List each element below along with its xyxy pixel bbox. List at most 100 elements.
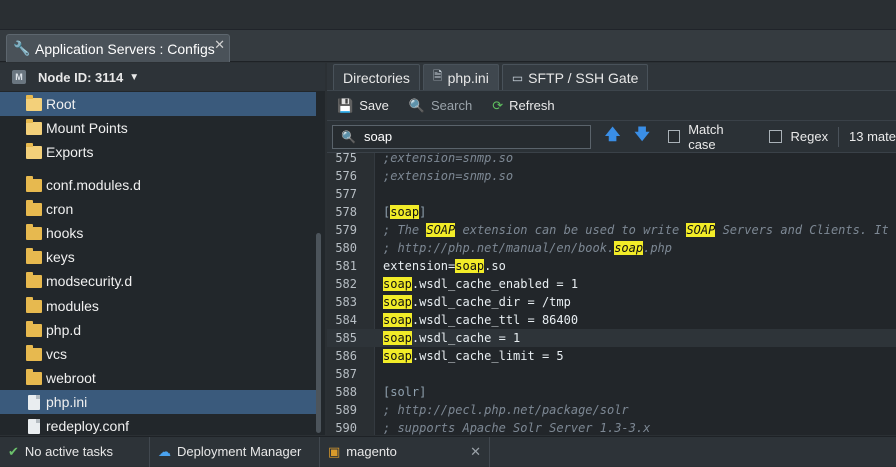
code-text: soap.wsdl_cache_ttl = 86400 xyxy=(383,313,579,327)
line-number: 588 xyxy=(335,385,357,399)
code-text: soap.wsdl_cache_enabled = 1 xyxy=(383,277,579,291)
search-icon: 🔍 xyxy=(408,97,426,113)
code-line: 585 soap.wsdl_cache = 1 xyxy=(327,329,896,347)
tree-item[interactable]: vcs xyxy=(0,342,316,366)
save-button[interactable]: 💾 Save xyxy=(337,98,389,114)
code-text: extension=soap.so xyxy=(383,259,506,273)
search-button[interactable]: 🔍 Search xyxy=(409,98,472,114)
tree-item[interactable]: php.d xyxy=(0,318,316,342)
close-icon[interactable]: ✕ xyxy=(470,444,481,460)
tree-item[interactable]: redeploy.conf xyxy=(0,414,316,435)
window-tab-row: 🔧 Application Servers : Configs ✕ xyxy=(0,30,896,62)
save-label: Save xyxy=(359,98,389,113)
tree-item[interactable]: cron xyxy=(0,197,316,221)
line-number: 586 xyxy=(335,349,357,363)
wrench-icon: 🔧 xyxy=(13,40,31,56)
tree-item[interactable]: Exports xyxy=(0,140,316,164)
tree-item[interactable]: hooks xyxy=(0,221,316,245)
line-number: 582 xyxy=(335,277,357,291)
code-line: 590 ; supports Apache Solr Server 1.3-3.x xyxy=(327,419,896,435)
tab-php-ini[interactable]: 🗎 php.ini xyxy=(422,64,499,90)
tree-item-label: modsecurity.d xyxy=(46,273,133,289)
code-text: ; supports Apache Solr Server 1.3-3.x xyxy=(383,421,651,435)
code-editor[interactable]: 575 ;extension=snmp.so 576 ;extension=snmp.… xyxy=(327,153,896,435)
checkbox-box xyxy=(667,130,681,143)
code-line: 588 [solr] xyxy=(327,383,896,401)
code-line: 576 ;extension=snmp.so xyxy=(327,167,896,185)
search-value: soap xyxy=(363,129,393,144)
refresh-icon: ⟳ xyxy=(492,97,504,113)
tab-label: SFTP / SSH Gate xyxy=(528,69,639,86)
code-text: ; http://pecl.php.net/package/solr xyxy=(383,403,629,417)
cloud-upload-icon: ☁ xyxy=(158,443,171,459)
tree-item[interactable]: keys xyxy=(0,245,316,269)
line-number: 583 xyxy=(335,295,357,309)
checkbox-box xyxy=(769,130,783,143)
tree-item-label: vcs xyxy=(46,346,67,362)
line-number: 585 xyxy=(335,331,357,345)
window-tab-title: Application Servers : Configs xyxy=(35,40,215,57)
folder-open-icon xyxy=(26,142,42,159)
folder-icon xyxy=(26,368,42,385)
close-icon[interactable]: ✕ xyxy=(214,37,225,53)
line-number: 575 xyxy=(335,153,357,165)
deployment-manager-tab[interactable]: ☁ Deployment Manager xyxy=(150,436,320,467)
tree-item[interactable]: php.ini xyxy=(0,390,316,414)
tab-sftp-ssh[interactable]: ▭ SFTP / SSH Gate xyxy=(501,64,649,90)
code-line: 579 ; The SOAP extension can be used to w… xyxy=(327,221,896,239)
regex-label: Regex xyxy=(790,129,829,144)
match-case-checkbox[interactable]: Match case xyxy=(667,122,752,152)
tree-item[interactable]: modsecurity.d xyxy=(0,269,316,293)
file-tree-panel: M Node ID: 3114 ▼ Root Mount Points Export… xyxy=(0,63,325,435)
node-selector[interactable]: M Node ID: 3114 ▼ xyxy=(0,63,325,91)
code-line: 589 ; http://pecl.php.net/package/solr xyxy=(327,401,896,419)
code-text: ; The SOAP extension can be used to writ… xyxy=(383,223,896,237)
tab-label: php.ini xyxy=(447,69,489,86)
tasks-label: No active tasks xyxy=(24,444,114,459)
line-number: 589 xyxy=(335,403,357,417)
find-next-button[interactable]: 🡇 xyxy=(634,124,649,149)
tasks-status[interactable]: ✔ No active tasks xyxy=(0,436,150,467)
line-number: 579 xyxy=(335,223,357,237)
search-input[interactable]: 🔍 soap xyxy=(332,124,591,149)
folder-icon xyxy=(26,223,42,240)
refresh-button[interactable]: ⟳ Refresh xyxy=(492,98,554,114)
code-line: 582 soap.wsdl_cache_enabled = 1 xyxy=(327,275,896,293)
file-icon xyxy=(28,394,40,410)
regex-checkbox[interactable]: Regex xyxy=(769,129,828,144)
code-line: 583 soap.wsdl_cache_dir = /tmp xyxy=(327,293,896,311)
find-previous-button[interactable]: 🡅 xyxy=(605,124,620,149)
tree-item[interactable]: Mount Points xyxy=(0,116,316,140)
environment-icon: ▣ xyxy=(328,443,341,459)
line-number: 587 xyxy=(335,367,357,381)
environment-tab[interactable]: ▣ magento ✕ xyxy=(320,436,490,467)
tree-item[interactable]: webroot xyxy=(0,366,316,390)
tree-item[interactable]: modules xyxy=(0,294,316,318)
tree-item-label: conf.modules.d xyxy=(46,177,141,193)
env-label: magento xyxy=(346,444,397,459)
code-line: 578 [soap] xyxy=(327,203,896,221)
file-icon xyxy=(28,418,40,434)
tree-item[interactable]: Root xyxy=(0,92,316,116)
code-text: [solr] xyxy=(383,385,427,399)
tree-item[interactable]: conf.modules.d xyxy=(0,173,316,197)
tree-item-label: modules xyxy=(46,298,99,314)
check-icon: ✔ xyxy=(8,443,19,459)
folder-icon xyxy=(26,296,42,313)
folder-open-icon xyxy=(26,118,42,135)
folder-icon xyxy=(26,247,42,264)
code-line: 586 soap.wsdl_cache_limit = 5 xyxy=(327,347,896,365)
window-tab-configs[interactable]: 🔧 Application Servers : Configs ✕ xyxy=(6,34,230,62)
code-line: 584 soap.wsdl_cache_ttl = 86400 xyxy=(327,311,896,329)
tree-item-label: php.ini xyxy=(46,394,88,410)
code-text: soap.wsdl_cache_dir = /tmp xyxy=(383,295,571,309)
tree-item-label: Mount Points xyxy=(46,120,128,136)
tree-item-label: hooks xyxy=(46,225,84,241)
tab-directories[interactable]: Directories xyxy=(333,64,420,90)
folder-open-icon xyxy=(26,94,42,111)
folder-icon xyxy=(26,175,42,192)
code-text: ;extension=snmp.so xyxy=(383,153,514,165)
tree-item-label: Root xyxy=(46,96,76,112)
tree-scrollbar[interactable] xyxy=(316,233,321,433)
search-bar: 🔍 soap 🡅 🡇 Match case Regex 13 mate xyxy=(327,121,896,153)
